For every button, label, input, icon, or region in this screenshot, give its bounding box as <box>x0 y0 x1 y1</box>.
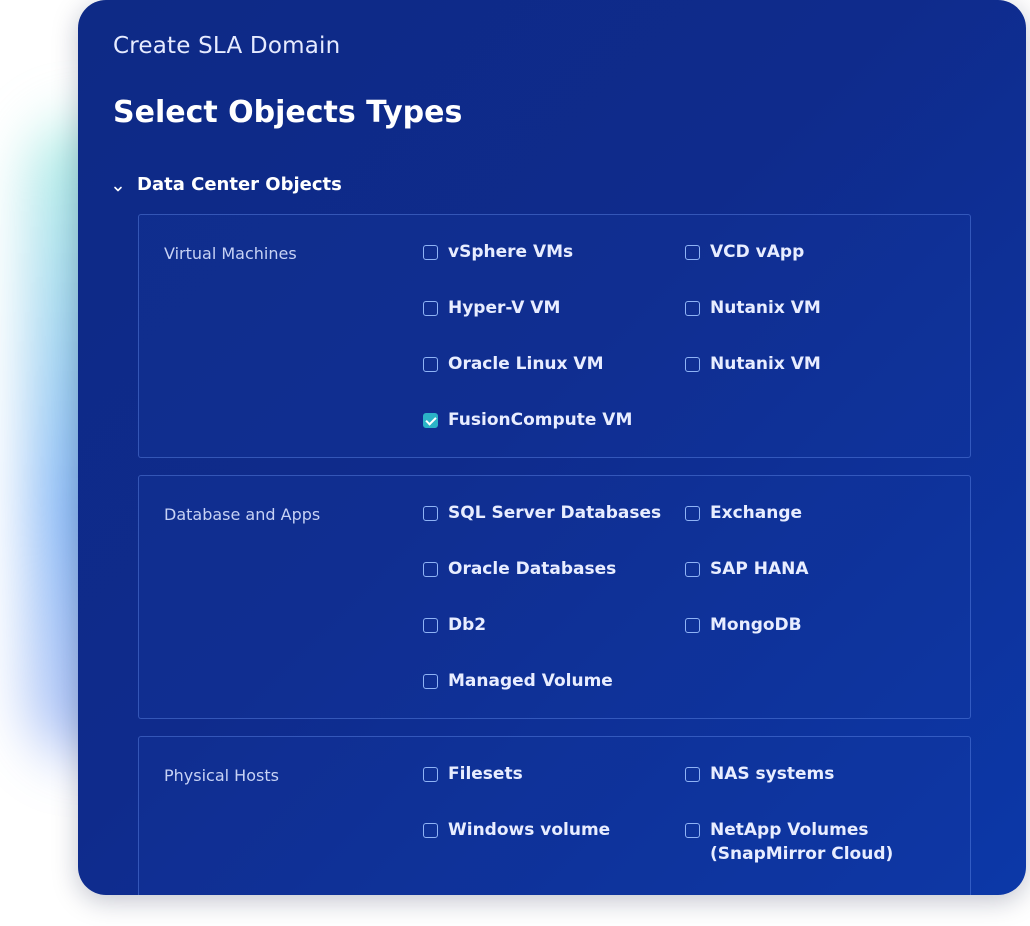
checkbox-sql-server-databases[interactable]: SQL Server Databases <box>423 503 661 525</box>
checkbox-label: Exchange <box>710 503 803 523</box>
group-physical-hosts: Physical Hosts Filesets NAS systems Wind… <box>138 736 971 895</box>
group-virtual-machines: Virtual Machines vSphere VMs VCD vApp Hy… <box>138 214 971 458</box>
group-label: Virtual Machines <box>164 244 297 263</box>
breadcrumb: Create SLA Domain <box>113 33 341 59</box>
checkbox-box[interactable] <box>423 506 438 521</box>
checkbox-db2[interactable]: Db2 <box>423 615 486 637</box>
checkbox-label: Hyper-V VM <box>448 298 561 318</box>
checkbox-box[interactable] <box>685 245 700 260</box>
checkbox-vcd-vapp[interactable]: VCD vApp <box>685 242 804 264</box>
checkbox-oracle-databases[interactable]: Oracle Databases <box>423 559 616 581</box>
checkbox-box[interactable] <box>685 823 700 838</box>
checkbox-box[interactable] <box>423 767 438 782</box>
checkbox-box[interactable] <box>423 357 438 372</box>
checkbox-label: VCD vApp <box>710 242 805 262</box>
group-label: Physical Hosts <box>164 766 279 785</box>
checkbox-hyper-v-vm[interactable]: Hyper-V VM <box>423 298 560 320</box>
checkbox-label: Oracle Linux VM <box>448 354 604 374</box>
section-toggle-data-center-objects[interactable]: Data Center Objects <box>113 171 342 197</box>
checkbox-label: Oracle Databases <box>448 559 617 579</box>
checkbox-box[interactable] <box>685 767 700 782</box>
checkbox-label: Nutanix VM <box>710 354 821 374</box>
checkbox-exchange[interactable]: Exchange <box>685 503 802 525</box>
checkbox-label: MongoDB <box>710 615 802 635</box>
group-database-and-apps: Database and Apps SQL Server Databases E… <box>138 475 971 719</box>
checkbox-box[interactable] <box>423 618 438 633</box>
checkbox-box[interactable] <box>423 301 438 316</box>
checkbox-box[interactable] <box>685 618 700 633</box>
checkbox-oracle-linux-vm[interactable]: Oracle Linux VM <box>423 354 603 376</box>
checkbox-label: vSphere VMs <box>448 242 574 262</box>
create-sla-panel: Create SLA Domain Select Objects Types D… <box>78 0 1026 895</box>
checkbox-nutanix-vm[interactable]: Nutanix VM <box>685 298 821 320</box>
checkbox-vsphere-vms[interactable]: vSphere VMs <box>423 242 573 264</box>
checkbox-fusioncompute-vm[interactable]: FusionCompute VM <box>423 410 632 432</box>
checkbox-box[interactable] <box>685 357 700 372</box>
checkbox-box[interactable] <box>685 562 700 577</box>
checkbox-nas-systems[interactable]: NAS systems <box>685 764 834 786</box>
checkbox-windows-volume[interactable]: Windows volume <box>423 820 610 842</box>
checkbox-box[interactable] <box>423 823 438 838</box>
checkbox-label: Windows volume <box>448 820 611 840</box>
section-title: Data Center Objects <box>137 173 342 195</box>
group-label: Database and Apps <box>164 505 321 524</box>
checkbox-label: NetApp Volumes (SnapMirror Cloud) <box>710 820 894 864</box>
checkbox-mongodb[interactable]: MongoDB <box>685 615 802 637</box>
checkbox-label: Nutanix VM <box>710 298 821 318</box>
checkbox-nutanix-vm-2[interactable]: Nutanix VM <box>685 354 821 376</box>
checkbox-sap-hana[interactable]: SAP HANA <box>685 559 809 581</box>
checkbox-label: FusionCompute VM <box>448 410 633 430</box>
checkbox-box[interactable] <box>423 674 438 689</box>
checkbox-label: Managed Volume <box>448 671 613 691</box>
checkbox-box[interactable] <box>685 301 700 316</box>
checkbox-box[interactable] <box>423 562 438 577</box>
checkbox-label: SQL Server Databases <box>448 503 662 523</box>
checkbox-label: NAS systems <box>710 764 835 784</box>
checkbox-label: Db2 <box>448 615 487 635</box>
checkbox-label: Filesets <box>448 764 523 784</box>
checkbox-netapp-volumes[interactable]: NetApp Volumes (SnapMirror Cloud) <box>685 820 900 866</box>
checkbox-managed-volume[interactable]: Managed Volume <box>423 671 613 693</box>
checkbox-box-checked[interactable] <box>423 413 438 428</box>
chevron-down-icon <box>113 179 123 192</box>
checkbox-box[interactable] <box>423 245 438 260</box>
page-title: Select Objects Types <box>113 95 463 130</box>
checkbox-box[interactable] <box>685 506 700 521</box>
checkbox-filesets[interactable]: Filesets <box>423 764 523 786</box>
checkbox-label: SAP HANA <box>710 559 809 579</box>
